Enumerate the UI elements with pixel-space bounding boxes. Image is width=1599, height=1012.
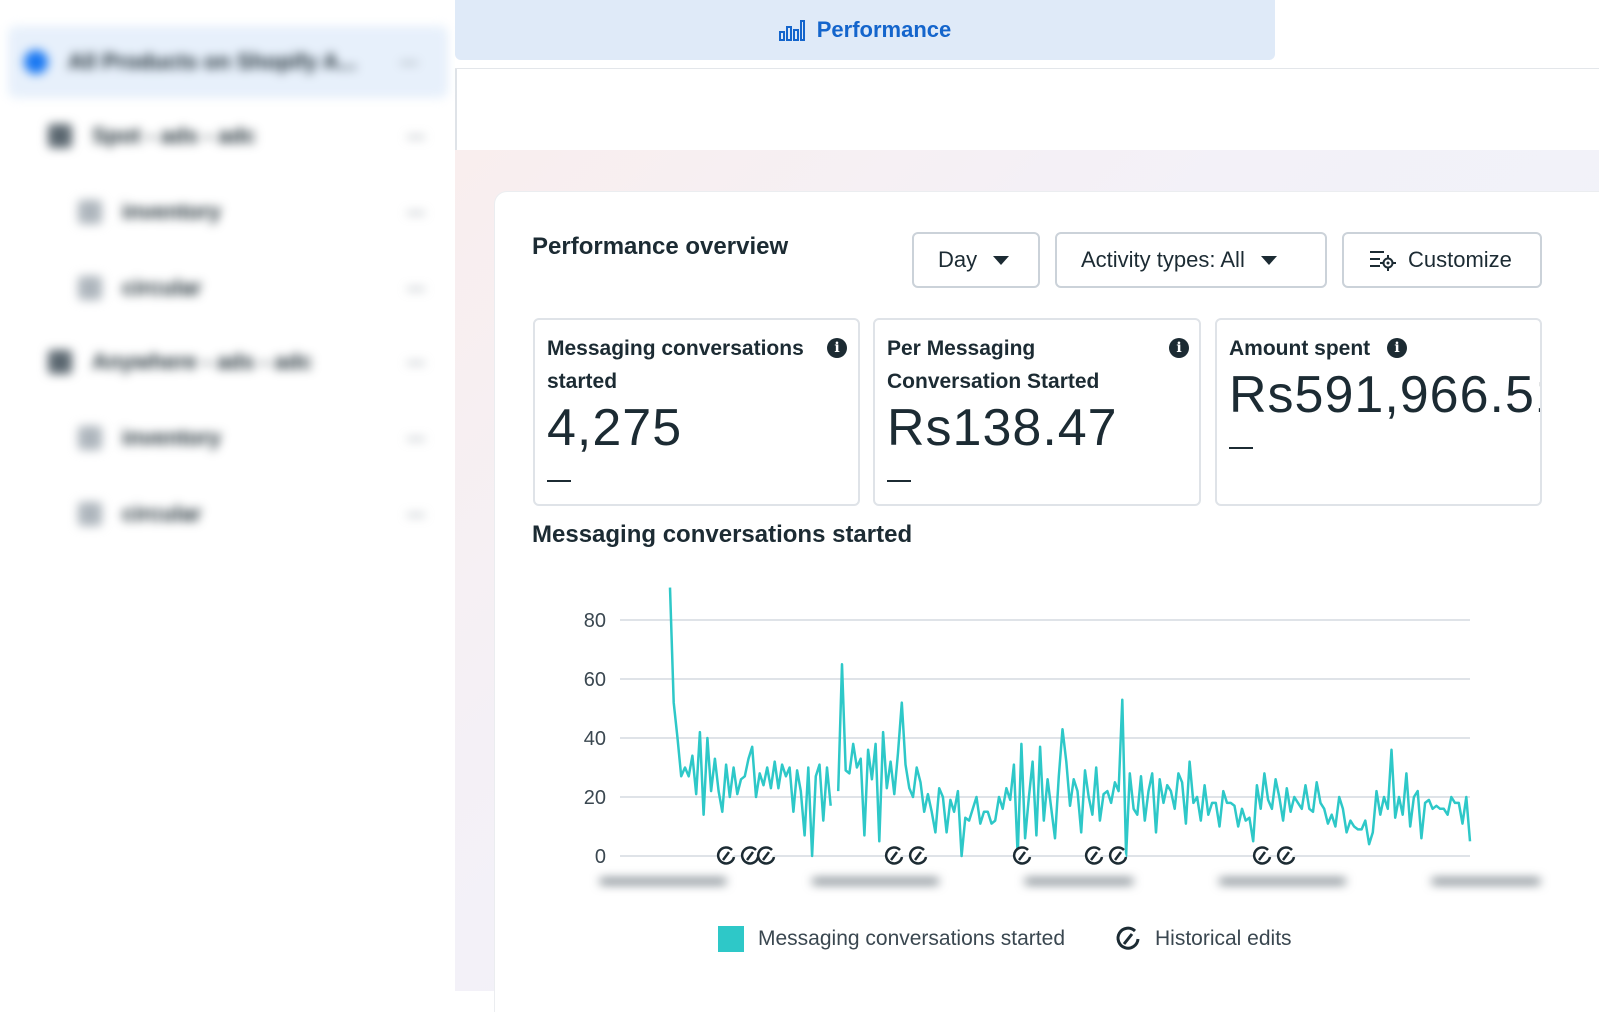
activity-types-dropdown[interactable]: Activity types: All [1055, 232, 1327, 288]
ad-set-icon [48, 350, 72, 374]
ad-icon [78, 426, 102, 450]
info-icon[interactable]: i [1169, 338, 1189, 358]
metric-value: Rs138.47 [887, 399, 1118, 457]
legend-swatch [718, 926, 744, 952]
metric-card-amount-spent[interactable]: Amount spent i Rs591,966.51 [1215, 318, 1542, 506]
sidebar-item-label: All Products on Shopify A... [68, 49, 357, 74]
sidebar-item-count: — [400, 51, 418, 72]
sidebar-item[interactable]: inventory — [0, 402, 455, 474]
historical-edit-icon [1116, 926, 1140, 950]
y-tick-label: 60 [584, 669, 606, 691]
historical-edit-marker-icon[interactable] [1252, 846, 1272, 865]
conversations-line-chart: 0 20 40 60 80 [584, 587, 1472, 868]
info-icon[interactable]: i [1387, 338, 1407, 358]
legend-item-series[interactable]: Messaging conversations started [758, 927, 1065, 951]
y-tick-label: 80 [584, 610, 606, 632]
metric-label-line2: Conversation Started [887, 370, 1100, 393]
sidebar: All Products on Shopify A... — Spot - ads … [0, 0, 457, 991]
chart-legend: Messaging conversations started Historic… [718, 924, 1292, 954]
historical-edit-marker-icon[interactable] [740, 846, 760, 865]
customize-sliders-icon [1370, 251, 1396, 271]
metric-label: Messaging conversations started [547, 332, 846, 398]
metric-label-line1: Per Messaging [887, 337, 1036, 360]
trend-dash [547, 480, 571, 482]
ad-set-icon [48, 124, 72, 148]
customize-button[interactable]: Customize [1342, 232, 1542, 288]
metric-card-cost-per-conversation[interactable]: Per Messaging Conversation Started i Rs1… [873, 318, 1201, 506]
ad-icon [78, 276, 102, 300]
metric-label-line2: started [547, 370, 618, 393]
y-tick-label: 0 [595, 846, 606, 868]
tab-bar: Performance [455, 0, 1599, 69]
series-line-segment [668, 587, 832, 858]
page-title: Performance overview [532, 233, 789, 260]
sidebar-item-count: — [407, 503, 425, 524]
sidebar-item-label: circular [122, 501, 202, 526]
sidebar-item-count: — [407, 201, 425, 222]
historical-edit-marker-icon[interactable] [1084, 846, 1104, 865]
sidebar-item-count: — [407, 351, 425, 372]
sidebar-item[interactable]: circular — [0, 252, 455, 324]
trend-dash [1229, 447, 1253, 449]
metric-value: 4,275 [547, 399, 683, 457]
day-dropdown-label: Day [938, 247, 978, 272]
historical-edit-marker-icon[interactable] [716, 846, 736, 865]
activity-types-label: Activity types: All [1081, 247, 1245, 272]
trend-dash [887, 480, 911, 482]
caret-down-icon [993, 255, 1010, 265]
metric-label: Amount spent [1229, 332, 1528, 365]
historical-edit-marker-icon[interactable] [884, 846, 904, 865]
x-axis-date-labels: ▬▬▬▬▬▬▬ ▬▬▬▬▬▬▬ ▬▬▬▬▬▬ ▬▬▬▬▬▬▬ ▬▬▬▬▬▬ [600, 868, 1540, 888]
historical-edit-marker-icon[interactable] [1108, 846, 1128, 865]
historical-edit-marker-icon[interactable] [1276, 846, 1296, 865]
sidebar-item-count: — [407, 427, 425, 448]
y-tick-label: 40 [584, 728, 606, 750]
chart-title: Messaging conversations started [532, 521, 913, 548]
metric-label-line1: Messaging conversations [547, 337, 804, 360]
info-icon[interactable]: i [827, 338, 847, 358]
tab-performance[interactable]: Performance [455, 0, 1275, 60]
campaign-icon [24, 50, 48, 74]
ad-icon [78, 200, 102, 224]
caret-down-icon [1260, 255, 1277, 265]
sidebar-item-label: inventory [122, 199, 222, 224]
legend-item-historical-edits[interactable]: Historical edits [1155, 927, 1292, 951]
metric-card-conversations[interactable]: Messaging conversations started i 4,275 [533, 318, 860, 506]
metric-label: Per Messaging Conversation Started [887, 332, 1187, 398]
metric-value: Rs591,966.51 [1229, 366, 1542, 424]
sidebar-item[interactable]: inventory — [0, 176, 455, 248]
sidebar-item-label: circular [122, 275, 202, 300]
historical-edit-marker-icon[interactable] [756, 846, 776, 865]
sidebar-item-count: — [407, 125, 425, 146]
sidebar-item[interactable]: All Products on Shopify A... — [8, 26, 448, 98]
sidebar-item[interactable]: Anywhere - ads - adc — [0, 326, 455, 398]
customize-label: Customize [1408, 247, 1512, 272]
ad-icon [78, 502, 102, 526]
bar-chart-icon [778, 20, 805, 41]
sidebar-item[interactable]: circular — [0, 478, 455, 550]
metric-label-text: Amount spent [1229, 337, 1371, 360]
sidebar-item[interactable]: Spot - ads - adc — [0, 100, 455, 172]
sidebar-item-label: Spot - ads - adc [92, 123, 256, 148]
y-tick-label: 20 [584, 787, 606, 809]
sidebar-item-label: inventory [122, 425, 222, 450]
series-line-segment [836, 663, 1472, 858]
historical-edit-marker-icon[interactable] [1012, 846, 1032, 865]
day-dropdown[interactable]: Day [912, 232, 1040, 288]
sidebar-item-count: — [407, 277, 425, 298]
tab-performance-label: Performance [816, 17, 952, 42]
historical-edit-marker-icon[interactable] [908, 846, 928, 865]
sidebar-item-label: Anywhere - ads - adc [92, 349, 313, 374]
